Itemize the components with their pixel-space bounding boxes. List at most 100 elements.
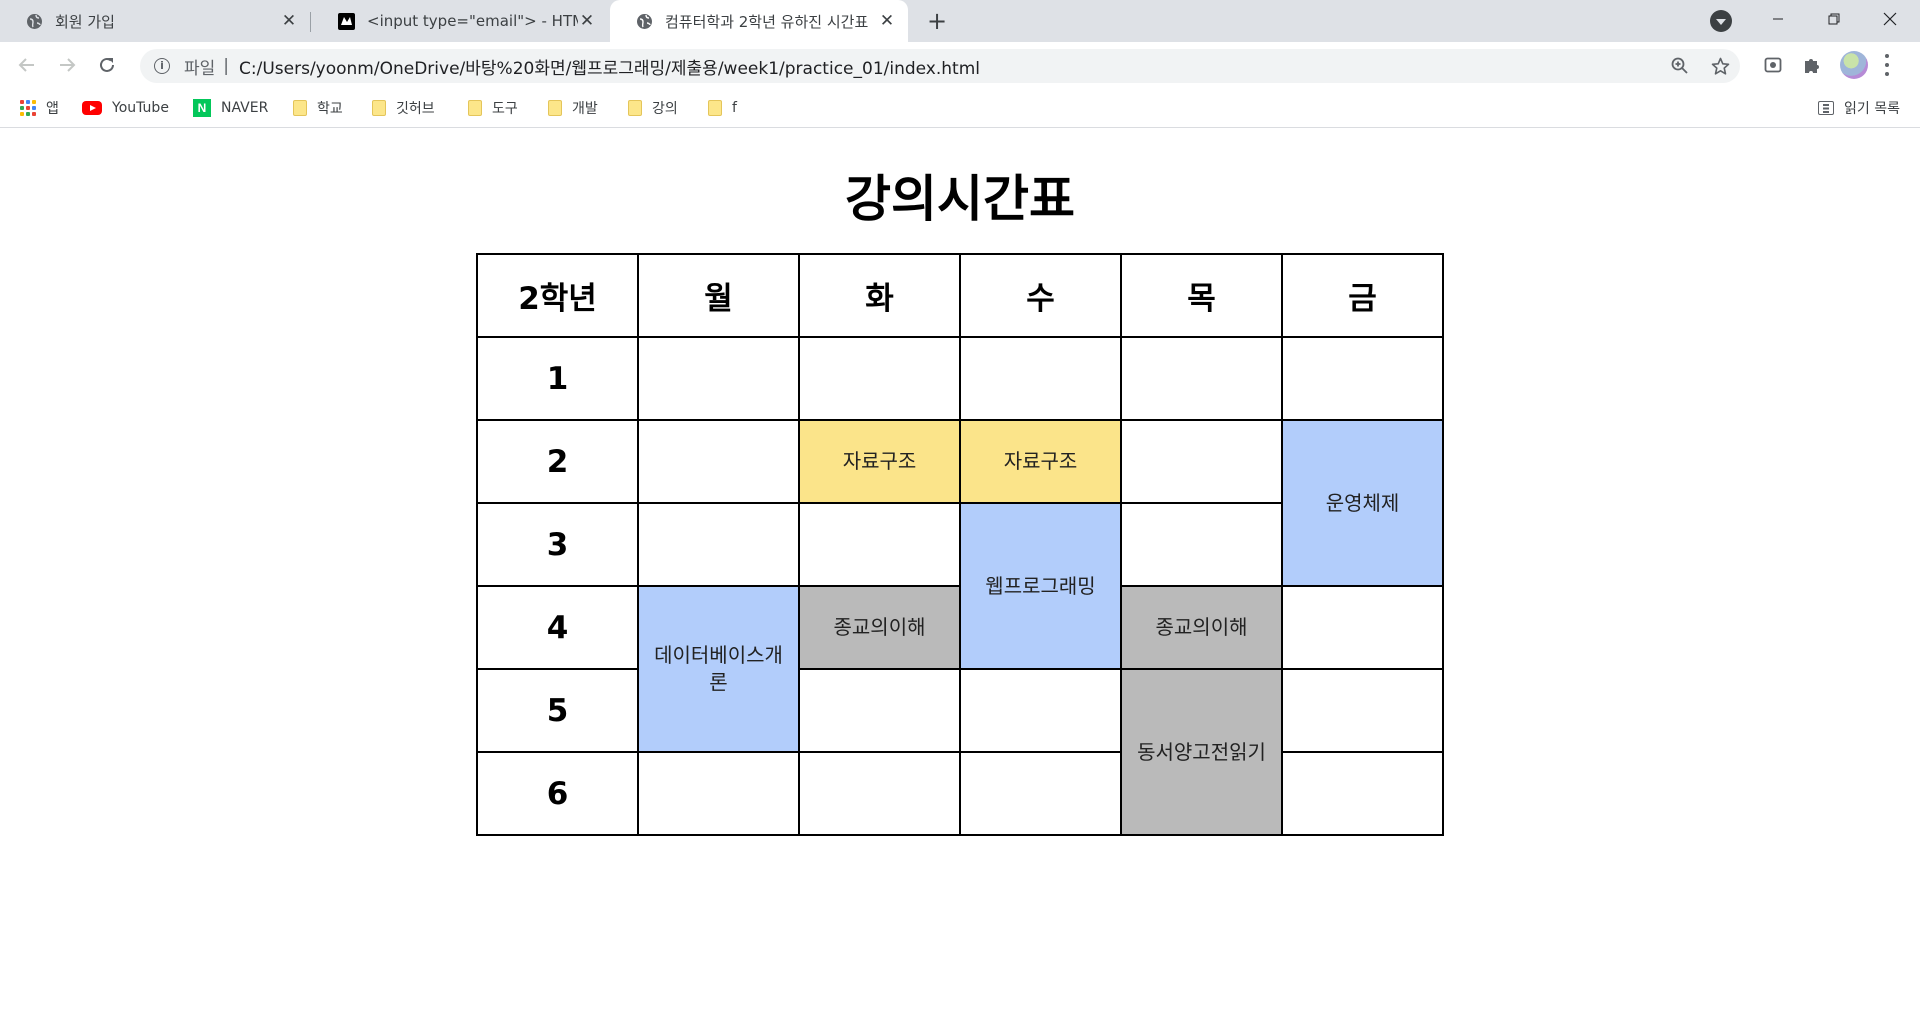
bookmark-label: 도구 <box>492 101 518 117</box>
info-icon[interactable]: i <box>154 58 170 74</box>
extensions-puzzle-icon[interactable] <box>1801 54 1823 76</box>
bookmark-naver[interactable]: N NAVER <box>193 96 268 120</box>
empty-cell <box>637 751 800 836</box>
tab-mdn[interactable]: <input type="email"> - HTML: H ✕ <box>312 0 608 42</box>
period-label: 2 <box>476 419 639 504</box>
url-separator: | <box>223 56 230 76</box>
bookmark-folder-lecture[interactable]: 강의 <box>628 96 678 120</box>
empty-cell <box>1120 336 1283 421</box>
course-cell: 자료구조 <box>959 419 1122 504</box>
empty-cell <box>637 419 800 504</box>
empty-cell <box>1281 668 1444 753</box>
course-cell: 종교의이해 <box>798 585 961 670</box>
folder-icon <box>708 100 722 116</box>
minimize-button[interactable] <box>1750 0 1806 38</box>
folder-icon <box>628 100 642 116</box>
header-wed: 수 <box>959 253 1122 338</box>
empty-cell <box>798 336 961 421</box>
bookmark-label: 강의 <box>652 101 678 117</box>
close-window-button[interactable] <box>1862 0 1918 38</box>
bookmark-folder-tools[interactable]: 도구 <box>468 96 518 120</box>
minimize-icon <box>1773 18 1783 20</box>
header-grade: 2학년 <box>476 253 639 338</box>
folder-icon <box>293 100 307 116</box>
header-mon: 월 <box>637 253 800 338</box>
new-tab-button[interactable]: + <box>923 7 951 35</box>
bookmark-apps[interactable]: 앱 <box>20 96 59 120</box>
folder-icon <box>468 100 482 116</box>
tab-title: 회원 가입 <box>55 12 115 31</box>
address-bar[interactable]: i 파일 | C:/Users/yoonm/OneDrive/바탕%20화면/웹… <box>140 49 1740 83</box>
tab-search-icon[interactable] <box>1710 10 1732 32</box>
reload-button[interactable] <box>92 50 122 80</box>
bookmark-folder-dev[interactable]: 개발 <box>548 96 598 120</box>
close-icon[interactable]: ✕ <box>878 12 896 30</box>
tab-signup[interactable]: 회원 가입 ✕ <box>0 0 310 42</box>
empty-cell <box>959 668 1122 753</box>
empty-cell <box>798 668 961 753</box>
url-text[interactable]: C:/Users/yoonm/OneDrive/바탕%20화면/웹프로그래밍/제… <box>239 54 980 79</box>
period-label: 4 <box>476 585 639 670</box>
bookmark-youtube[interactable]: YouTube <box>82 96 169 120</box>
tab-title: <input type="email"> - HTML: H <box>367 12 578 30</box>
reload-icon <box>100 57 114 72</box>
folder-icon <box>548 100 562 116</box>
bookmark-label: 앱 <box>46 101 59 117</box>
empty-cell <box>959 336 1122 421</box>
bookmark-label: 학교 <box>317 101 343 117</box>
more-menu-icon[interactable] <box>1884 54 1890 76</box>
table-row: 2 자료구조 자료구조 운영체제 <box>476 419 1444 587</box>
tab-timetable[interactable]: 컴퓨터학과 2학년 유하진 시간표 ✕ <box>610 0 908 42</box>
globe-icon <box>26 13 43 30</box>
close-icon[interactable]: ✕ <box>280 12 298 30</box>
period-label: 5 <box>476 668 639 753</box>
course-cell: 종교의이해 <box>1120 585 1283 670</box>
bookmark-label: 깃허브 <box>396 101 435 117</box>
table-header-row: 2학년 월 화 수 목 금 <box>476 253 1444 338</box>
bookmark-star-icon[interactable] <box>1710 56 1730 76</box>
apps-grid-icon <box>20 100 36 116</box>
empty-cell <box>1281 751 1444 836</box>
bookmark-folder-school[interactable]: 학교 <box>293 96 343 120</box>
globe-icon <box>636 13 653 30</box>
forward-button[interactable] <box>52 50 82 80</box>
timetable: 2학년 월 화 수 목 금 1 2 자료구조 자료구조 운영체제 3 웹프로그래… <box>476 253 1444 836</box>
course-cell: 동서양고전읽기 <box>1120 668 1283 836</box>
empty-cell <box>798 502 961 587</box>
reading-list-button[interactable]: 읽기 목록 <box>1818 96 1900 120</box>
bookmarks-bar: 앱 YouTube N NAVER 학교 깃허브 도구 개발 강의 f 읽기 목… <box>0 88 1920 128</box>
table-row: 1 <box>476 336 1444 421</box>
folder-icon <box>372 100 386 116</box>
zoom-icon[interactable] <box>1670 56 1690 76</box>
mdn-logo-icon <box>338 12 355 30</box>
reading-list-label: 읽기 목록 <box>1844 101 1900 117</box>
back-button[interactable] <box>12 50 42 80</box>
tab-title: 컴퓨터학과 2학년 유하진 시간표 <box>665 12 869 31</box>
bookmark-label: NAVER <box>221 100 269 116</box>
table-row: 6 <box>476 751 1444 836</box>
period-label: 3 <box>476 502 639 587</box>
course-cell: 데이터베이스개론 <box>637 585 800 753</box>
close-icon[interactable]: ✕ <box>578 12 596 30</box>
empty-cell <box>637 336 800 421</box>
bookmark-folder-f[interactable]: f <box>708 96 737 120</box>
reading-list-icon <box>1818 101 1835 115</box>
bookmark-folder-github[interactable]: 깃허브 <box>372 96 435 120</box>
header-tue: 화 <box>798 253 961 338</box>
page-content: 강의시간표 2학년 월 화 수 목 금 1 2 자료구조 자료구조 운영체제 3 <box>0 129 1920 1024</box>
arrow-right-icon <box>60 58 76 72</box>
empty-cell <box>959 751 1122 836</box>
empty-cell <box>1281 585 1444 670</box>
close-icon <box>1883 12 1897 26</box>
screencast-icon[interactable] <box>1762 54 1784 76</box>
empty-cell <box>637 502 800 587</box>
empty-cell <box>1120 502 1283 587</box>
table-row: 5 동서양고전읽기 <box>476 668 1444 836</box>
period-label: 1 <box>476 336 639 421</box>
empty-cell <box>1281 336 1444 421</box>
restore-button[interactable] <box>1806 0 1862 38</box>
page-title: 강의시간표 <box>845 170 1075 228</box>
course-cell: 운영체제 <box>1281 419 1444 587</box>
period-label: 6 <box>476 751 639 836</box>
profile-avatar[interactable] <box>1840 51 1868 79</box>
